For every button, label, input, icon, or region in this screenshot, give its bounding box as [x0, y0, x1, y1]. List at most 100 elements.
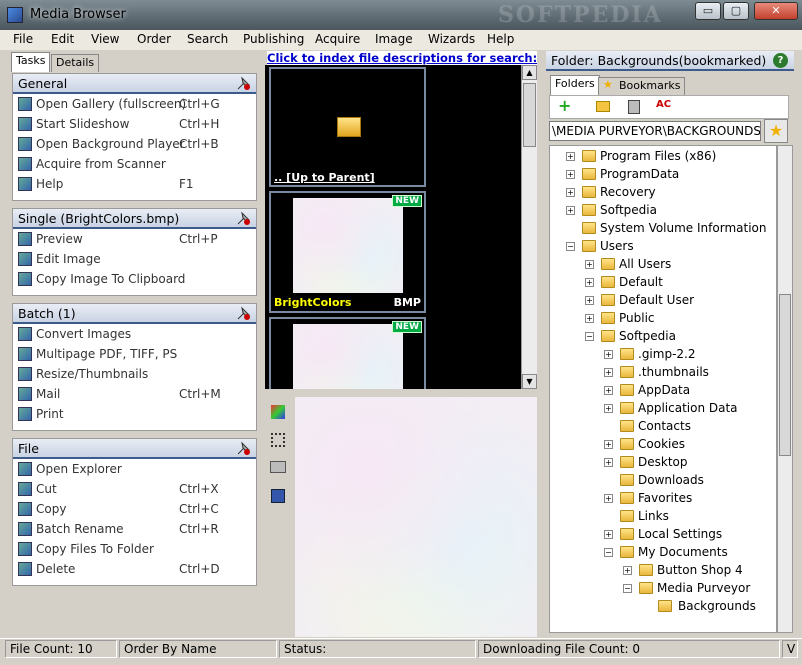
tree-scroll-thumb[interactable]: [779, 294, 791, 456]
task-item[interactable]: Convert Images: [13, 324, 256, 344]
scroll-down-button[interactable]: ▼: [522, 374, 537, 389]
new-folder-icon[interactable]: [596, 101, 610, 112]
expand-toggle-icon[interactable]: +: [566, 170, 575, 179]
task-item[interactable]: Open Explorer: [13, 459, 256, 479]
task-section-header[interactable]: General: [13, 74, 256, 94]
menu-file[interactable]: File: [13, 32, 33, 46]
folder-icon: [620, 420, 634, 432]
expand-toggle-icon[interactable]: −: [623, 584, 632, 593]
expand-toggle-icon[interactable]: +: [566, 188, 575, 197]
task-item[interactable]: Batch Rename Ctrl+R: [13, 519, 256, 539]
menu-image[interactable]: Image: [375, 32, 413, 46]
index-link[interactable]: Click to index file descriptions for sea…: [267, 51, 537, 65]
expand-toggle-icon[interactable]: +: [566, 206, 575, 215]
expand-toggle-icon[interactable]: +: [604, 368, 613, 377]
expand-toggle-icon[interactable]: +: [585, 296, 594, 305]
task-item[interactable]: Copy Image To Clipboard: [13, 269, 256, 289]
minimize-button[interactable]: ▭: [695, 2, 721, 20]
save-icon[interactable]: [271, 489, 285, 503]
thumb-parent[interactable]: .. [Up to Parent]: [269, 67, 426, 187]
thumb-brightcolors[interactable]: NEW BrightColors BMP: [269, 191, 426, 313]
expand-toggle-icon[interactable]: +: [604, 458, 613, 467]
expand-toggle-icon[interactable]: +: [604, 350, 613, 359]
expand-toggle-icon[interactable]: +: [604, 404, 613, 413]
task-item[interactable]: Copy Ctrl+C: [13, 499, 256, 519]
folder-icon: [620, 456, 634, 468]
menu-order[interactable]: Order: [137, 32, 171, 46]
folder-icon: [620, 546, 634, 558]
path-field[interactable]: \MEDIA PURVEYOR\BACKGROUNDS\: [549, 121, 761, 141]
watermark: SOFTPEDIA: [498, 2, 663, 28]
rename-icon: [18, 522, 32, 536]
task-section-header[interactable]: Batch (1): [13, 304, 256, 324]
maximize-button[interactable]: ▢: [723, 2, 749, 20]
task-item[interactable]: Preview Ctrl+P: [13, 229, 256, 249]
task-item[interactable]: Help F1: [13, 174, 256, 194]
task-item[interactable]: Start Slideshow Ctrl+H: [13, 114, 256, 134]
pin-icon[interactable]: [234, 210, 252, 227]
task-item[interactable]: Delete Ctrl+D: [13, 559, 256, 579]
tab-tasks[interactable]: Tasks: [11, 52, 51, 72]
task-item[interactable]: Open Background Player Ctrl+B: [13, 134, 256, 154]
close-button[interactable]: ✕: [754, 2, 798, 20]
expand-toggle-icon[interactable]: +: [566, 152, 575, 161]
task-item-shortcut: Ctrl+C: [179, 502, 219, 516]
scroll-up-button[interactable]: ▲: [522, 65, 537, 80]
folder-icon: [620, 366, 634, 378]
task-item[interactable]: Cut Ctrl+X: [13, 479, 256, 499]
menu-acquire[interactable]: Acquire: [315, 32, 360, 46]
menu-help[interactable]: Help: [487, 32, 514, 46]
delete-icon[interactable]: [628, 100, 640, 114]
task-section-header[interactable]: File: [13, 439, 256, 459]
expand-toggle-icon[interactable]: −: [604, 548, 613, 557]
task-item-shortcut: Ctrl+M: [179, 387, 221, 401]
tree-scrollbar[interactable]: [777, 145, 793, 633]
task-section-header[interactable]: Single (BrightColors.bmp): [13, 209, 256, 229]
folder-pane: Folder: Backgrounds(bookmarked) ? Folder…: [546, 51, 794, 637]
expand-toggle-icon[interactable]: +: [604, 494, 613, 503]
pin-icon[interactable]: [234, 440, 252, 457]
bookmark-button[interactable]: ★: [764, 119, 788, 143]
task-item[interactable]: Edit Image: [13, 249, 256, 269]
task-item[interactable]: Resize/Thumbnails: [13, 364, 256, 384]
expand-toggle-icon[interactable]: +: [585, 260, 594, 269]
expand-toggle-icon[interactable]: +: [604, 440, 613, 449]
expand-toggle-icon[interactable]: +: [623, 566, 632, 575]
task-item[interactable]: Copy Files To Folder: [13, 539, 256, 559]
rename-icon[interactable]: AC: [656, 99, 671, 110]
thumb-next[interactable]: NEW: [269, 317, 426, 389]
tree-node-label: Softpedia: [619, 329, 676, 343]
select-icon[interactable]: [271, 433, 285, 447]
menu-edit[interactable]: Edit: [51, 32, 74, 46]
thumb-parent-label: .. [Up to Parent]: [274, 171, 375, 184]
print-icon[interactable]: [270, 461, 286, 473]
expand-toggle-icon[interactable]: +: [604, 530, 613, 539]
task-item[interactable]: Mail Ctrl+M: [13, 384, 256, 404]
menu-wizards[interactable]: Wizards: [428, 32, 475, 46]
scroll-thumb[interactable]: [523, 83, 536, 147]
expand-toggle-icon[interactable]: +: [585, 314, 594, 323]
task-item-label: Acquire from Scanner: [36, 157, 166, 171]
menu-view[interactable]: View: [91, 32, 119, 46]
task-item[interactable]: Print: [13, 404, 256, 424]
task-item[interactable]: Multipage PDF, TIFF, PS: [13, 344, 256, 364]
expand-toggle-icon[interactable]: −: [585, 332, 594, 341]
task-item[interactable]: Open Gallery (fullscreen) Ctrl+G: [13, 94, 256, 114]
task-item-shortcut: Ctrl+H: [179, 117, 220, 131]
expand-toggle-icon[interactable]: +: [585, 278, 594, 287]
expand-toggle-icon[interactable]: −: [566, 242, 575, 251]
menu-publishing[interactable]: Publishing: [243, 32, 304, 46]
thumbnail-scrollbar[interactable]: ▲ ▼: [521, 65, 537, 389]
task-item[interactable]: Acquire from Scanner: [13, 154, 256, 174]
add-icon[interactable]: +: [558, 98, 572, 114]
pin-icon[interactable]: [234, 305, 252, 322]
thumb-brightcolors-name: BrightColors: [274, 296, 352, 309]
help-icon[interactable]: ?: [773, 53, 788, 68]
tab-details[interactable]: Details: [51, 54, 100, 72]
tab-folders[interactable]: Folders: [550, 75, 600, 95]
tab-bookmarks[interactable]: ★ Bookmarks: [598, 77, 686, 95]
expand-toggle-icon[interactable]: +: [604, 386, 613, 395]
color-icon[interactable]: [271, 405, 285, 419]
menu-search[interactable]: Search: [187, 32, 228, 46]
pin-icon[interactable]: [234, 75, 252, 92]
